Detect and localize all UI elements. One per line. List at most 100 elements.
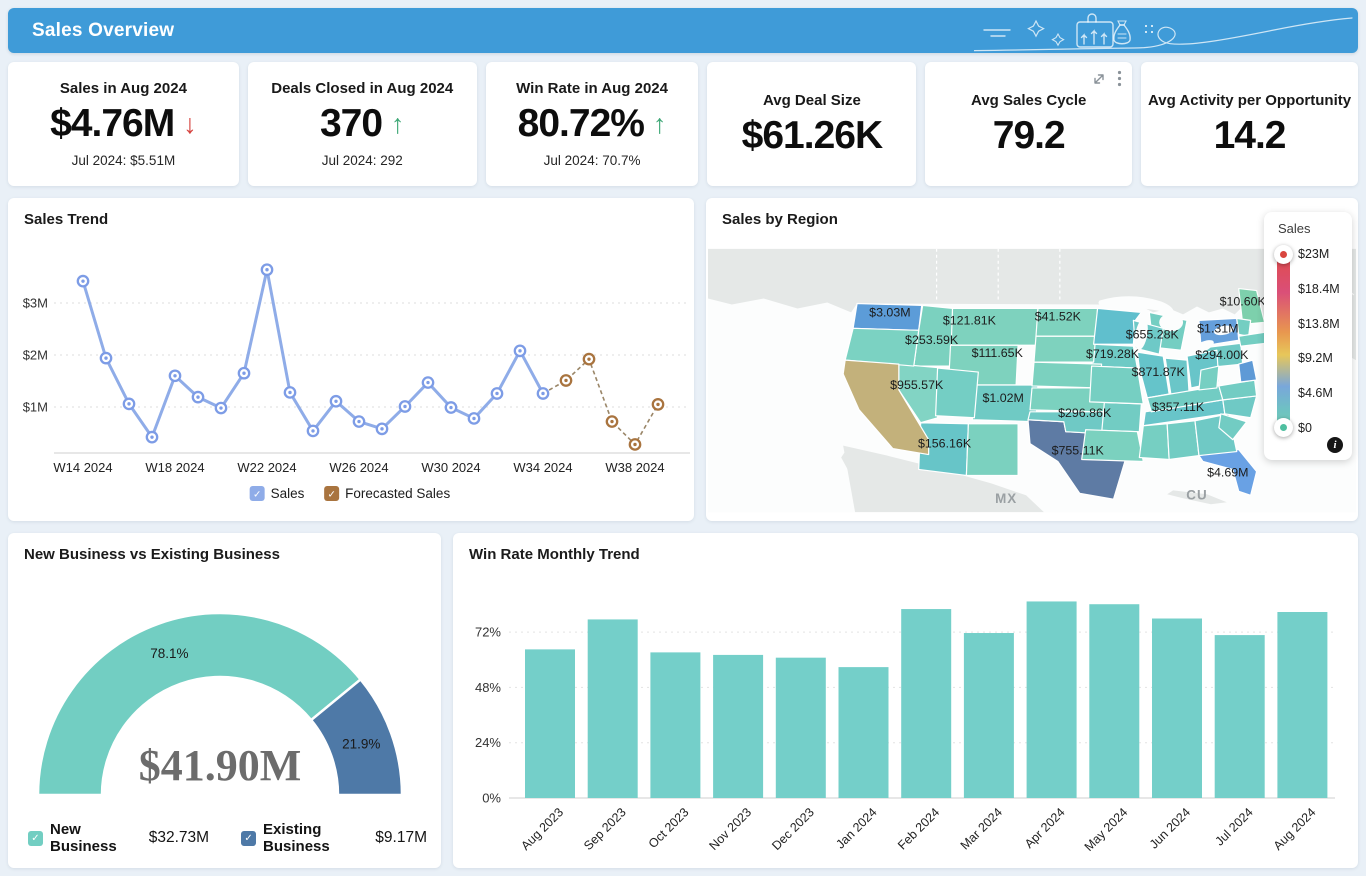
bar-jul-2024[interactable] bbox=[1215, 635, 1265, 798]
legend-checkbox[interactable]: ✓ bbox=[28, 831, 43, 846]
state-vtnh[interactable] bbox=[1237, 318, 1251, 336]
data-point-dot bbox=[219, 406, 222, 409]
data-point-dot bbox=[196, 395, 199, 398]
data-point-dot bbox=[334, 400, 337, 403]
color-scale-ticks: $23M$18.4M$13.8M$9.2M$4.6M$0 bbox=[1298, 254, 1348, 428]
y-axis-label: $3M bbox=[23, 296, 48, 311]
scale-min-handle[interactable] bbox=[1274, 418, 1293, 437]
state-ut[interactable] bbox=[936, 368, 979, 418]
kebab-menu-icon[interactable] bbox=[1117, 70, 1122, 87]
sales-trend-chart[interactable]: $1M$2M$3MW14 2024W18 2024W22 2024W26 202… bbox=[8, 198, 694, 521]
expand-icon[interactable] bbox=[1091, 71, 1107, 87]
kpi-title: Win Rate in Aug 2024 bbox=[516, 80, 668, 97]
y-axis-label: 0% bbox=[482, 791, 501, 806]
region-value-label: $1.02M bbox=[982, 391, 1023, 405]
x-axis-label: Jun 2024 bbox=[1147, 805, 1193, 851]
bar-jan-2024[interactable] bbox=[839, 667, 889, 798]
win-rate-panel: Win Rate Monthly Trend 0%24%48%72%Aug 20… bbox=[453, 533, 1358, 868]
region-value-label: $296.86K bbox=[1058, 406, 1112, 420]
kpi-card-win-rate-in-aug-2024[interactable]: Win Rate in Aug 202480.72%↑Jul 2024: 70.… bbox=[486, 62, 699, 186]
gauge-legend-item[interactable]: ✓New Business bbox=[28, 821, 117, 855]
bar-dec-2023[interactable] bbox=[776, 658, 826, 798]
bar-feb-2024[interactable] bbox=[901, 609, 951, 798]
business-gauge-chart[interactable]: 78.1%21.9%$41.90M bbox=[8, 533, 441, 868]
legend-checkbox[interactable]: ✓ bbox=[241, 831, 256, 846]
data-point-dot bbox=[518, 349, 521, 352]
data-point-dot bbox=[150, 435, 153, 438]
data-point-dot bbox=[587, 357, 590, 360]
kpi-value: $61.26K bbox=[742, 116, 882, 157]
state-ms[interactable] bbox=[1139, 424, 1169, 460]
checkbox-check-icon: ✓ bbox=[253, 490, 261, 501]
gauge-legend-item[interactable]: ✓Existing Business bbox=[241, 821, 343, 855]
bar-sep-2023[interactable] bbox=[588, 619, 638, 798]
kpi-card-avg-activity-per-opportunity[interactable]: Avg Activity per Opportunity14.2 bbox=[1141, 62, 1358, 186]
x-axis-label: W26 2024 bbox=[329, 460, 388, 475]
data-point-dot bbox=[104, 356, 107, 359]
dashboard-header: Sales Overview bbox=[8, 8, 1358, 53]
y-axis-label: $2M bbox=[23, 348, 48, 363]
data-point-dot bbox=[380, 427, 383, 430]
bar-jun-2024[interactable] bbox=[1152, 619, 1202, 798]
x-axis-label: May 2024 bbox=[1082, 805, 1131, 854]
sales-trend-panel: Sales Trend $1M$2M$3MW14 2024W18 2024W22… bbox=[8, 198, 694, 521]
x-axis-label: W22 2024 bbox=[237, 460, 296, 475]
bar-aug-2023[interactable] bbox=[525, 649, 575, 798]
bar-mar-2024[interactable] bbox=[964, 633, 1014, 798]
win-rate-bar-chart[interactable]: 0%24%48%72%Aug 2023Sep 2023Oct 2023Nov 2… bbox=[453, 533, 1358, 868]
x-axis-label: Sep 2023 bbox=[581, 805, 629, 853]
country-label-mx: MX bbox=[995, 491, 1017, 506]
forecast-line bbox=[543, 359, 658, 444]
region-value-label: $719.28K bbox=[1086, 347, 1140, 361]
state-wv[interactable] bbox=[1199, 366, 1219, 390]
kpi-title: Sales in Aug 2024 bbox=[60, 80, 187, 97]
kpi-card-deals-closed-in-aug-2024[interactable]: Deals Closed in Aug 2024370↑Jul 2024: 29… bbox=[248, 62, 477, 186]
bar-nov-2023[interactable] bbox=[713, 655, 763, 798]
x-axis-label: W14 2024 bbox=[53, 460, 112, 475]
y-axis-label: 72% bbox=[475, 625, 501, 640]
x-axis-label: Jul 2024 bbox=[1213, 805, 1256, 848]
scale-tick-label: $23M bbox=[1298, 247, 1329, 261]
bar-may-2024[interactable] bbox=[1089, 604, 1139, 798]
data-point-dot bbox=[564, 379, 567, 382]
kpi-card-avg-sales-cycle[interactable]: Avg Sales Cycle79.2 bbox=[925, 62, 1132, 186]
region-value-label: $41.52K bbox=[1035, 309, 1082, 323]
info-icon[interactable]: i bbox=[1327, 437, 1343, 453]
kpi-title: Avg Sales Cycle bbox=[971, 92, 1086, 109]
kpi-comparison: Jul 2024: 292 bbox=[322, 153, 403, 168]
data-point-dot bbox=[173, 374, 176, 377]
state-nm[interactable] bbox=[966, 424, 1018, 476]
country-label-cu: CU bbox=[1186, 487, 1207, 502]
legend-label: Sales bbox=[271, 486, 305, 501]
data-point-dot bbox=[357, 420, 360, 423]
kpi-card-sales-in-aug-2024[interactable]: Sales in Aug 2024$4.76M↓Jul 2024: $5.51M bbox=[8, 62, 239, 186]
data-point-dot bbox=[311, 429, 314, 432]
x-axis-label: Feb 2024 bbox=[895, 805, 942, 852]
x-axis-label: Dec 2023 bbox=[769, 805, 817, 853]
region-value-label: $655.28K bbox=[1126, 327, 1180, 341]
kpi-value: $4.76M bbox=[50, 104, 174, 145]
bar-aug-2024[interactable] bbox=[1277, 612, 1327, 798]
slice-percent-label: 21.9% bbox=[342, 736, 380, 751]
bar-apr-2024[interactable] bbox=[1027, 601, 1077, 798]
trend-up-arrow-icon: ↑ bbox=[391, 111, 405, 138]
kpi-value: 80.72% bbox=[518, 104, 644, 145]
map-legend-title: Sales bbox=[1278, 221, 1352, 236]
region-value-label: $871.87K bbox=[1132, 365, 1186, 379]
kpi-comparison: Jul 2024: 70.7% bbox=[544, 153, 641, 168]
kpi-comparison: Jul 2024: $5.51M bbox=[72, 153, 176, 168]
kpi-card-row: Sales in Aug 2024$4.76M↓Jul 2024: $5.51M… bbox=[8, 62, 1358, 186]
kpi-title: Avg Activity per Opportunity bbox=[1148, 92, 1351, 109]
kpi-value: 370 bbox=[320, 104, 382, 145]
scale-max-handle[interactable] bbox=[1274, 245, 1293, 264]
data-point-dot bbox=[541, 392, 544, 395]
region-value-label: $294.00K bbox=[1195, 348, 1249, 362]
state-al[interactable] bbox=[1167, 421, 1199, 460]
us-sales-map[interactable]: $3.03M$121.81K$41.52K$253.59K$111.65K$65… bbox=[708, 248, 1356, 513]
sales-by-region-title: Sales by Region bbox=[722, 211, 838, 228]
data-point-dot bbox=[403, 405, 406, 408]
bar-oct-2023[interactable] bbox=[650, 652, 700, 798]
kpi-card-avg-deal-size[interactable]: Avg Deal Size$61.26K bbox=[707, 62, 916, 186]
checkbox-check-icon: ✓ bbox=[327, 490, 335, 501]
color-scale-gradient bbox=[1277, 254, 1290, 428]
